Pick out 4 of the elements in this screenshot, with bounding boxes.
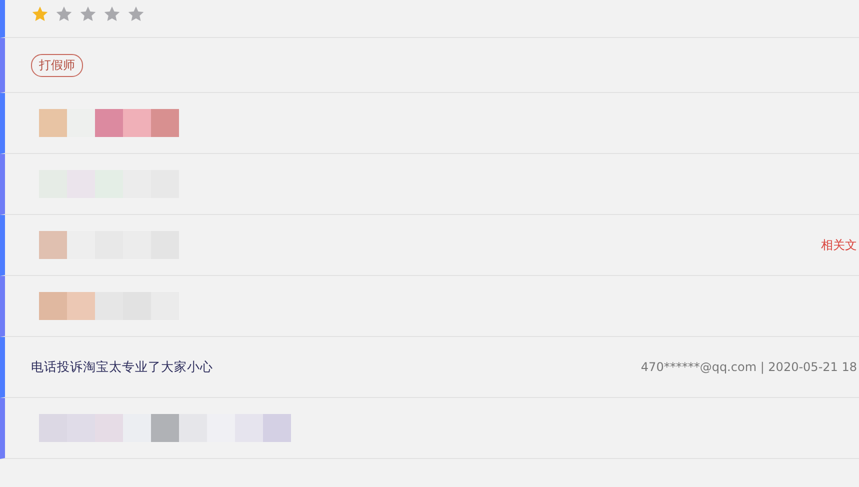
related-link[interactable]: 相关文 bbox=[821, 236, 857, 254]
author-meta: 470******@qq.com | 2020-05-21 18 bbox=[640, 360, 857, 374]
tag: 打假师 bbox=[31, 54, 83, 76]
complaint-title: 电话投诉淘宝太专业了大家小心 bbox=[31, 358, 213, 376]
